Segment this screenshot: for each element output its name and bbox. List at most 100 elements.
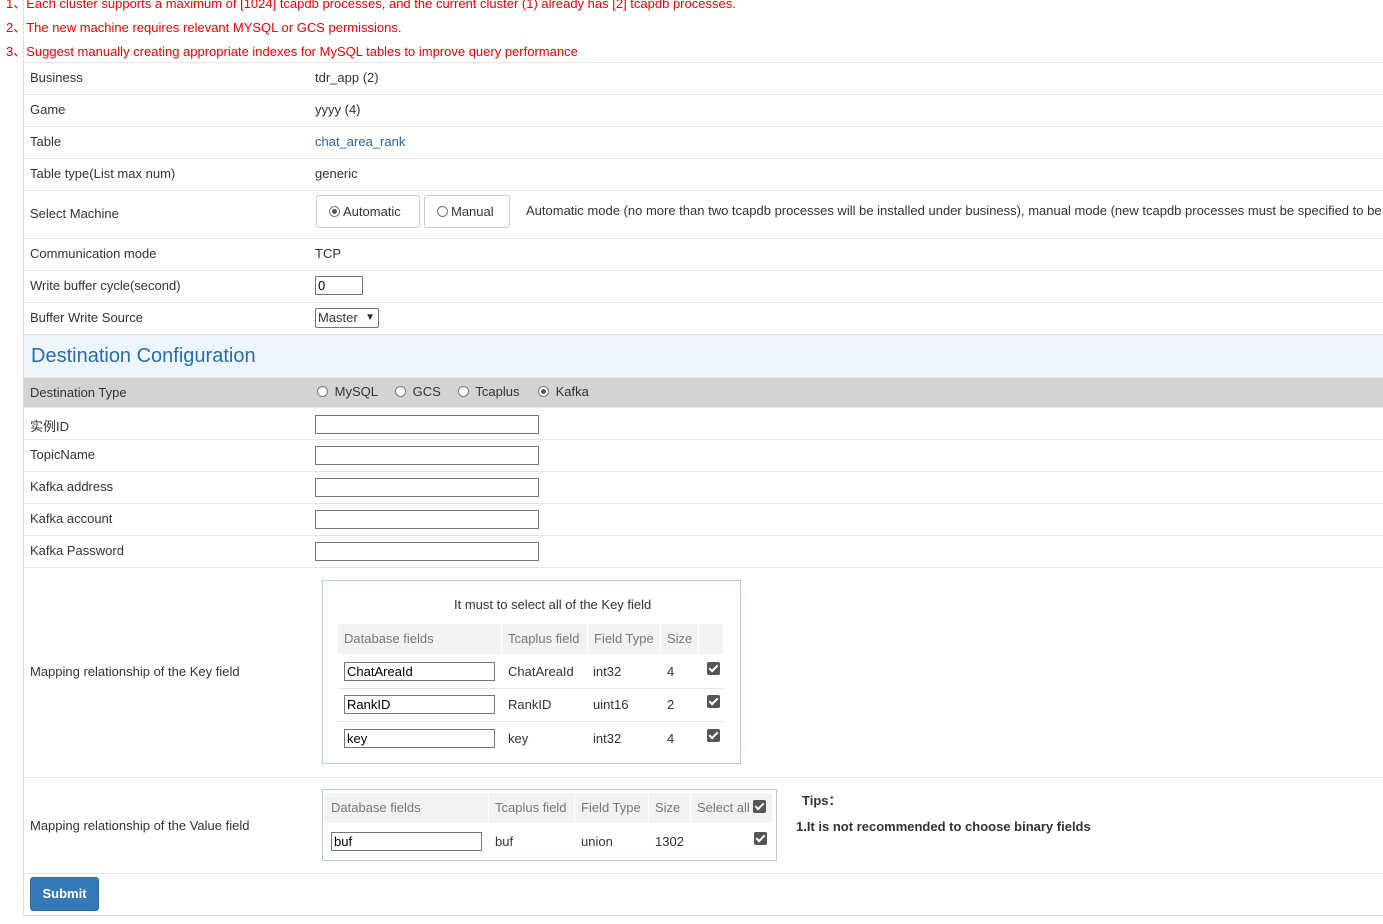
tips-title: Tips：	[802, 793, 842, 808]
dest-option-gcs[interactable]: GCS	[395, 384, 441, 399]
game-value: yyyy (4)	[315, 102, 361, 117]
kafka-password-row: Kafka Password	[24, 535, 1383, 567]
kafka-account-input[interactable]	[315, 510, 539, 529]
key-header-check	[699, 624, 724, 654]
key-row-checkbox[interactable]	[707, 729, 720, 742]
value-table-header: Database fields Tcaplus field Field Type…	[325, 793, 773, 823]
key-header-db: Database fields	[338, 624, 502, 654]
key-field-type: int32	[593, 664, 622, 679]
table-link[interactable]: chat_area_rank	[315, 134, 405, 149]
communication-label: Communication mode	[30, 246, 157, 261]
write-cycle-row: Write buffer cycle(second)	[24, 270, 1383, 302]
mysql-radio[interactable]	[317, 386, 328, 397]
select-machine-label: Select Machine	[30, 206, 119, 221]
destination-heading: Destination Configuration	[31, 345, 256, 367]
value-header-size: Size	[649, 793, 691, 823]
machine-mode-hint: Automatic mode (no more than two tcapdb …	[526, 203, 1383, 218]
key-db-field-input[interactable]	[344, 729, 495, 748]
value-mapping-row: Mapping relationship of the Value field …	[24, 777, 1383, 873]
manual-label: Manual	[451, 204, 494, 219]
value-header-db: Database fields	[325, 793, 489, 823]
communication-row: Communication mode TCP	[24, 238, 1383, 270]
instance-id-input[interactable]	[315, 415, 539, 434]
key-row-checkbox[interactable]	[707, 662, 720, 675]
automatic-mode-button[interactable]: Automatic	[316, 195, 420, 228]
buffer-source-row: Buffer Write Source Master ▼	[24, 302, 1383, 334]
key-tcaplus-field: key	[508, 731, 529, 746]
buffer-source-select[interactable]: Master ▼	[315, 308, 379, 328]
gcs-label: GCS	[412, 384, 441, 399]
destination-type-label: Destination Type	[30, 385, 127, 400]
key-mapping-row: Mapping relationship of the Key field It…	[24, 567, 1383, 777]
destination-type-row: Destination Type MySQL GCS Tcaplus Kafka	[24, 377, 1383, 407]
buffer-source-label: Buffer Write Source	[30, 310, 143, 325]
dest-option-mysql[interactable]: MySQL	[317, 384, 378, 399]
key-header-tcaplus: Tcaplus field	[502, 624, 588, 654]
business-label: Business	[30, 70, 83, 85]
automatic-radio[interactable]	[329, 206, 340, 217]
communication-value: TCP	[315, 246, 341, 261]
topic-row: TopicName	[24, 439, 1383, 471]
table-row: Table chat_area_rank	[24, 126, 1383, 158]
select-machine-row: Select Machine Automatic Manual Automati…	[24, 190, 1383, 238]
table-type-row: Table type(List max num) generic	[24, 158, 1383, 190]
key-mapping-label: Mapping relationship of the Key field	[30, 664, 240, 679]
select-all-label: Select all	[697, 800, 750, 815]
game-label: Game	[30, 102, 66, 117]
gcs-radio[interactable]	[395, 386, 406, 397]
key-tcaplus-field: ChatAreaId	[508, 664, 574, 679]
key-header-size: Size	[661, 624, 699, 654]
key-mapping-table: It must to select all of the Key field D…	[322, 580, 741, 764]
value-field-size: 1302	[655, 834, 684, 849]
chevron-down-icon: ▼	[365, 312, 375, 323]
select-all-checkbox[interactable]	[752, 800, 766, 813]
value-tcaplus-field: buf	[495, 834, 514, 849]
value-mapping-table: Database fields Tcaplus field Field Type…	[322, 789, 777, 861]
mysql-label: MySQL	[334, 384, 378, 399]
value-mapping-label: Mapping relationship of the Value field	[30, 818, 250, 833]
buffer-source-value: Master	[318, 310, 358, 325]
key-field-size: 4	[667, 731, 675, 746]
business-row: Business tdr_app (2)	[24, 62, 1383, 94]
value-db-field-input[interactable]	[331, 832, 482, 851]
kafka-address-row: Kafka address	[24, 471, 1383, 503]
instance-id-label: 实例ID	[30, 419, 70, 434]
value-header-tcaplus: Tcaplus field	[489, 793, 575, 823]
row-divider	[338, 688, 724, 689]
topic-input[interactable]	[315, 446, 539, 465]
instance-id-row: 实例ID	[24, 407, 1383, 439]
key-table-caption: It must to select all of the Key field	[454, 597, 652, 612]
key-row-checkbox[interactable]	[707, 695, 720, 708]
kafka-password-label: Kafka Password	[30, 543, 124, 558]
kafka-address-label: Kafka address	[30, 479, 114, 494]
value-header-type: Field Type	[575, 793, 649, 823]
table-label: Table	[30, 134, 62, 149]
kafka-label: Kafka	[555, 384, 589, 399]
key-header-type: Field Type	[588, 624, 661, 654]
kafka-address-input[interactable]	[315, 478, 539, 497]
write-cycle-input[interactable]	[315, 276, 363, 295]
table-type-label: Table type(List max num)	[30, 166, 176, 181]
dest-option-kafka[interactable]: Kafka	[538, 384, 589, 399]
key-db-field-input[interactable]	[344, 695, 495, 714]
kafka-password-input[interactable]	[315, 542, 539, 561]
key-field-size: 4	[667, 664, 675, 679]
dest-option-tcaplus[interactable]: Tcaplus	[458, 384, 519, 399]
table-type-value: generic	[315, 166, 358, 181]
value-header-select-all: Select all	[691, 793, 773, 823]
automatic-label: Automatic	[343, 204, 401, 219]
value-row-checkbox[interactable]	[754, 832, 767, 845]
tcaplus-label: Tcaplus	[475, 384, 520, 399]
destination-section-header: Destination Configuration	[24, 334, 1383, 377]
key-table-header: Database fields Tcaplus field Field Type…	[338, 624, 724, 654]
key-db-field-input[interactable]	[344, 662, 495, 681]
kafka-account-label: Kafka account	[30, 511, 113, 526]
manual-mode-button[interactable]: Manual	[424, 195, 510, 228]
key-field-type: uint16	[593, 697, 629, 712]
manual-radio[interactable]	[437, 206, 448, 217]
kafka-radio[interactable]	[538, 386, 549, 397]
tcaplus-radio[interactable]	[458, 386, 469, 397]
key-field-size: 2	[667, 697, 675, 712]
business-value: tdr_app (2)	[315, 70, 379, 85]
submit-button[interactable]: Submit	[30, 877, 99, 911]
